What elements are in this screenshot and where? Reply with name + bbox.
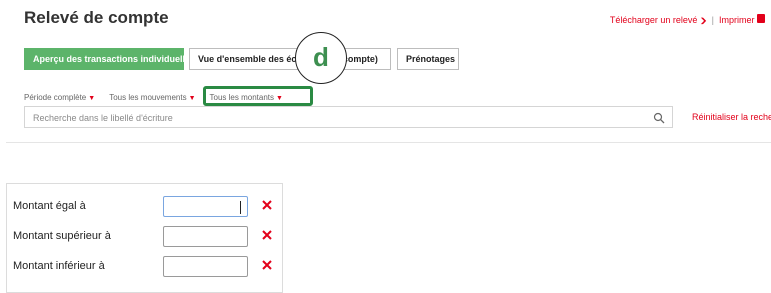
caret-down-icon: ▼ [88,95,96,102]
amount-equal-row: Montant égal à [7,196,282,218]
download-statement-link[interactable]: Télécharger un relevé ❯ [610,15,707,25]
print-link[interactable]: Imprimer [719,14,765,25]
amount-equal-input[interactable] [167,198,241,217]
tab-individual-transactions[interactable]: Aperçu des transactions individuelles [24,48,195,70]
amount-equal-label: Montant égal à [13,200,86,212]
annotation-marker-d: d [295,32,347,84]
close-icon[interactable] [260,258,274,272]
search-field [24,106,673,128]
reset-search-link[interactable]: Réinitialiser la recherche [692,112,771,122]
chevron-down-icon: ❯ [699,16,708,24]
tab-pre-bookings[interactable]: Prénotages [397,48,459,70]
page-title: Relevé de compte [24,8,169,27]
amount-filter-panel: Montant égal à Montant supérieur à Monta… [6,183,283,293]
amount-lower-input[interactable] [167,258,241,277]
amount-equal-field [163,196,248,217]
text-cursor [240,201,241,214]
search-input[interactable] [31,108,635,128]
amount-lower-row: Montant inférieur à [7,256,282,278]
amount-greater-field [163,226,248,247]
amount-lower-field [163,256,248,277]
header-links: Télécharger un relevé ❯ | Imprimer [610,14,765,25]
account-statement-card: Relevé de compte Télécharger un relevé ❯… [6,0,771,143]
amount-lower-label: Montant inférieur à [13,260,105,272]
amount-greater-label: Montant supérieur à [13,230,111,242]
caret-down-icon: ▼ [188,95,196,102]
link-separator: | [711,14,714,25]
tab-entries-overview[interactable]: Vue d'ensemble des écritures (de compte) [189,48,391,70]
search-icon[interactable] [653,112,665,124]
period-filter[interactable]: Période complète ▼ [24,93,95,102]
amount-greater-row: Montant supérieur à [7,226,282,248]
printer-icon [757,14,765,23]
amounts-filter-highlight [203,86,313,106]
close-icon[interactable] [260,198,274,212]
amount-greater-input[interactable] [167,228,241,247]
movements-filter[interactable]: Tous les mouvements ▼ [109,93,195,102]
close-icon[interactable] [260,228,274,242]
